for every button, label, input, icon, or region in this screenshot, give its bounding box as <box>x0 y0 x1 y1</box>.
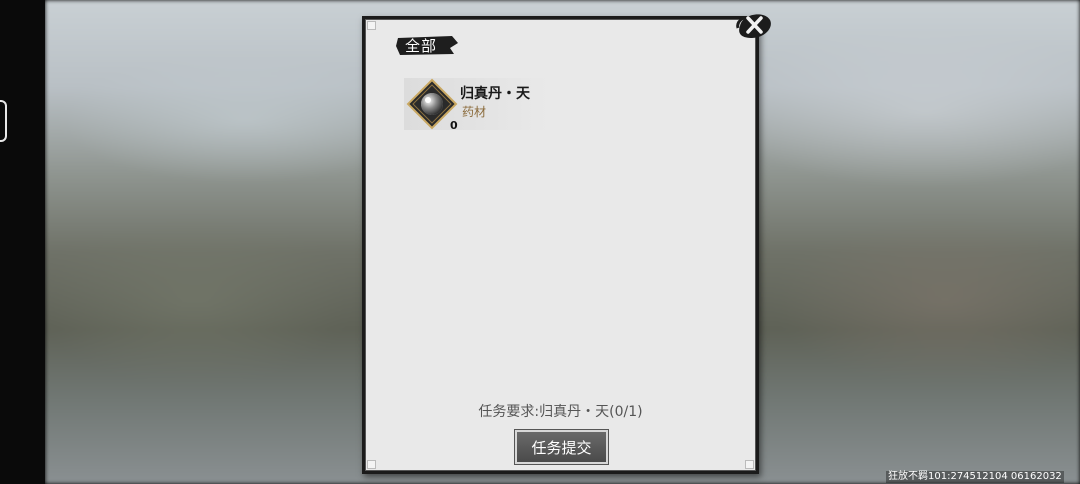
left-black-bar <box>0 0 45 484</box>
item-name: 归真丹・天 <box>460 86 530 102</box>
side-drawer-handle[interactable] <box>0 100 7 142</box>
item-count: 0 <box>450 119 458 132</box>
corner-ornament <box>367 21 376 30</box>
tab-all[interactable]: 全部 <box>396 34 458 56</box>
submit-quest-button[interactable]: 任务提交 <box>515 430 608 464</box>
close-icon <box>736 14 771 38</box>
quest-requirement: 任务要求:归真丹・天(0/1) <box>478 404 643 420</box>
corner-ornament <box>367 460 376 469</box>
close-button[interactable] <box>734 8 774 42</box>
corner-ornament <box>745 460 754 469</box>
player-watermark: 狂放不羁101:274512104 06162032 <box>886 471 1064 483</box>
item-type: 药材 <box>462 105 487 119</box>
tab-all-label: 全部 <box>405 37 438 55</box>
